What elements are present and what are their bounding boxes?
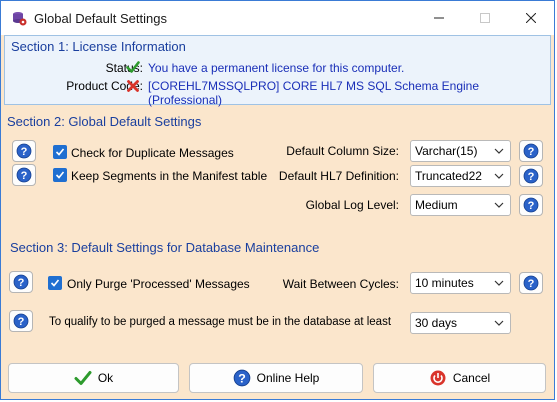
svg-text:?: ?: [528, 200, 535, 212]
chevron-down-icon: [494, 148, 504, 154]
keep-segments-label: Keep Segments in the Manifest table: [71, 169, 268, 183]
column-size-label: Default Column Size:: [286, 144, 399, 158]
help-button-keep-segments[interactable]: ?: [12, 164, 36, 186]
section1-title: Section 1: License Information: [11, 39, 186, 54]
only-purge-checkbox[interactable]: [48, 276, 62, 290]
help-icon: ?: [523, 143, 539, 159]
close-button[interactable]: [508, 1, 554, 35]
checkmark-icon: [55, 148, 65, 156]
window-title: Global Default Settings: [34, 11, 167, 26]
ok-label: Ok: [97, 371, 114, 385]
purge-age-label: To qualify to be purged a message must b…: [49, 316, 392, 328]
database-gear-icon: [11, 10, 27, 26]
wait-cycles-select[interactable]: 10 minutes: [410, 272, 511, 294]
help-button-only-purge[interactable]: ?: [9, 271, 33, 293]
maximize-button[interactable]: [462, 1, 508, 35]
log-level-label: Global Log Level:: [305, 198, 399, 212]
chevron-down-icon: [494, 320, 504, 326]
close-icon: [526, 13, 536, 23]
only-purge-label: Only Purge 'Processed' Messages: [67, 277, 250, 291]
title-bar: Global Default Settings: [1, 1, 554, 35]
green-check-icon: [74, 371, 92, 385]
column-size-value: Varchar(15): [415, 144, 478, 158]
svg-text:?: ?: [21, 170, 28, 182]
checkmark-icon: [55, 171, 65, 179]
cancel-label: Cancel: [452, 371, 491, 385]
log-level-select[interactable]: Medium: [410, 194, 511, 216]
red-x-icon: [126, 79, 140, 93]
help-icon: ?: [523, 197, 539, 213]
settings-window: Global Default Settings Section 1: Licen…: [0, 0, 555, 400]
log-level-value: Medium: [415, 198, 458, 212]
online-help-label: Online Help: [256, 371, 320, 385]
hl7-definition-value: Truncated22: [415, 169, 482, 183]
purge-age-value: 30 days: [415, 316, 458, 330]
help-icon: ?: [13, 274, 29, 290]
svg-text:?: ?: [18, 316, 25, 328]
svg-text:?: ?: [18, 277, 25, 289]
keep-segments-checkbox[interactable]: [53, 168, 67, 182]
chevron-down-icon: [494, 202, 504, 208]
help-icon: ?: [16, 167, 32, 183]
wait-cycles-label: Wait Between Cycles:: [282, 277, 399, 291]
svg-text:?: ?: [528, 171, 535, 183]
help-button-wait-cycles[interactable]: ?: [519, 272, 543, 294]
ok-button[interactable]: Ok: [8, 363, 179, 393]
wait-cycles-value: 10 minutes: [415, 276, 474, 290]
help-button-log-level[interactable]: ?: [519, 194, 543, 216]
help-icon: ?: [13, 313, 29, 329]
help-icon: ?: [523, 275, 539, 291]
status-value: You have a permanent license for this co…: [148, 61, 405, 75]
hl7-definition-label: Default HL7 Definition:: [278, 169, 399, 183]
product-code-value: [COREHL7MSSQLPRO] CORE HL7 MS SQL Schema…: [148, 79, 480, 107]
section2-title: Section 2: Global Default Settings: [7, 114, 202, 129]
svg-text:?: ?: [528, 278, 535, 290]
help-button-purge-age[interactable]: ?: [9, 310, 33, 332]
minimize-button[interactable]: [416, 1, 462, 35]
section3-title: Section 3: Default Settings for Database…: [10, 240, 320, 255]
help-icon: ?: [523, 168, 539, 184]
online-help-button[interactable]: ? Online Help: [189, 363, 363, 393]
check-duplicates-label: Check for Duplicate Messages: [71, 146, 234, 160]
svg-text:?: ?: [238, 372, 246, 386]
maximize-icon: [480, 13, 490, 23]
minimize-icon: [434, 17, 444, 19]
cancel-button[interactable]: Cancel: [373, 363, 546, 393]
green-check-icon: [126, 60, 140, 74]
chevron-down-icon: [494, 173, 504, 179]
help-button-column-size[interactable]: ?: [519, 140, 543, 162]
column-size-select[interactable]: Varchar(15): [410, 140, 511, 162]
license-section: Section 1: License Information Status: Y…: [4, 35, 551, 107]
help-button-hl7-definition[interactable]: ?: [519, 165, 543, 187]
checkmark-icon: [50, 279, 60, 287]
svg-text:?: ?: [528, 146, 535, 158]
check-duplicates-checkbox[interactable]: [53, 145, 67, 159]
purge-age-select[interactable]: 30 days: [410, 312, 511, 334]
hl7-definition-select[interactable]: Truncated22: [410, 165, 511, 187]
help-icon: ?: [16, 143, 32, 159]
svg-text:?: ?: [21, 146, 28, 158]
help-icon: ?: [233, 369, 250, 387]
help-button-duplicates[interactable]: ?: [12, 140, 36, 162]
power-cancel-icon: [430, 370, 446, 386]
chevron-down-icon: [494, 280, 504, 286]
